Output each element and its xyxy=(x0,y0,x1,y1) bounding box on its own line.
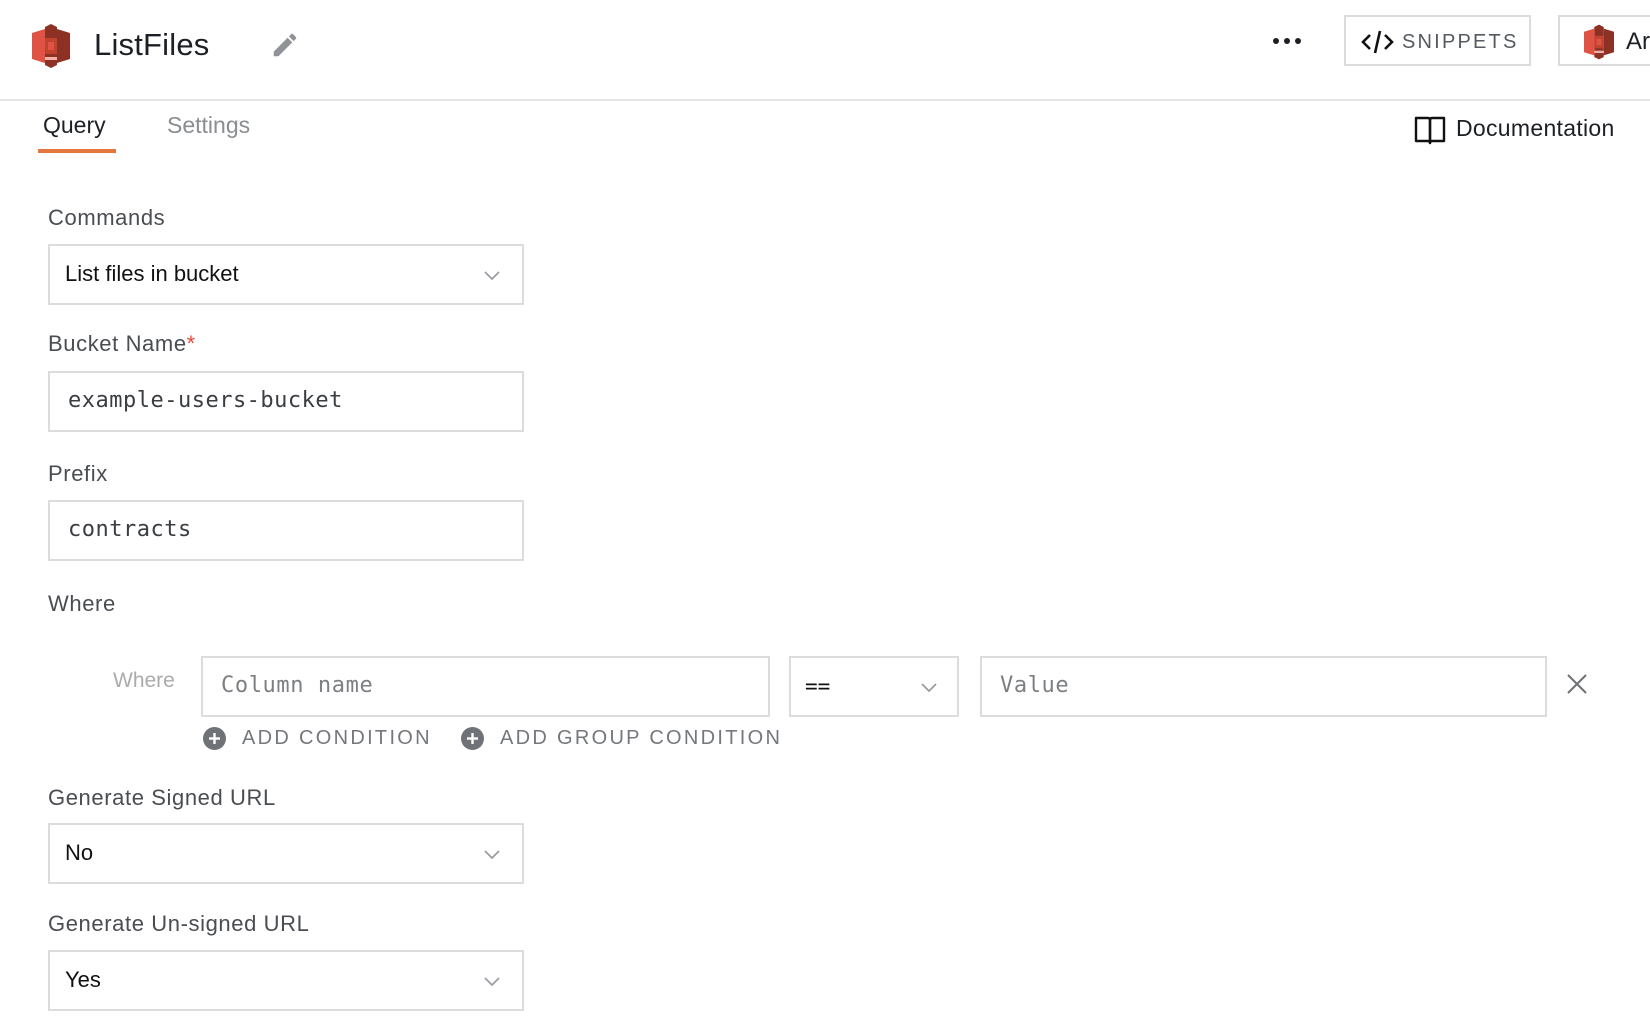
operator-select[interactable]: == xyxy=(789,656,959,717)
prefix-value: contracts xyxy=(68,517,192,542)
commands-label: Commands xyxy=(48,205,166,230)
bucket-name-value: example-users-bucket xyxy=(68,388,343,413)
where-row-label: Where xyxy=(113,669,175,692)
chevron-down-icon xyxy=(484,850,500,860)
query-header: ListFiles SNIPPETS Ar xyxy=(0,0,1650,101)
aws-s3-icon xyxy=(32,24,70,68)
generate-signed-url-select[interactable]: No xyxy=(48,823,524,884)
tab-settings[interactable]: Settings xyxy=(167,112,250,139)
query-title: ListFiles xyxy=(94,27,210,62)
generate-unsigned-url-select[interactable]: Yes xyxy=(48,950,524,1011)
where-label: Where xyxy=(48,591,116,616)
bucket-name-label: Bucket Name* xyxy=(48,331,196,357)
commands-select[interactable]: List files in bucket xyxy=(48,244,524,305)
required-mark: * xyxy=(186,331,196,356)
add-condition-label: ADD CONDITION xyxy=(242,727,432,749)
prefix-input[interactable]: contracts xyxy=(48,500,524,561)
documentation-label: Documentation xyxy=(1456,115,1615,141)
resource-button[interactable]: Ar xyxy=(1558,15,1650,66)
value-placeholder: Value xyxy=(1000,673,1070,698)
prefix-label: Prefix xyxy=(48,461,108,486)
tab-query[interactable]: Query xyxy=(43,112,106,139)
chevron-down-icon xyxy=(484,977,500,987)
plus-circle-icon xyxy=(203,727,226,750)
code-icon xyxy=(1361,30,1394,54)
snippets-button[interactable]: SNIPPETS xyxy=(1344,15,1531,66)
chevron-down-icon xyxy=(921,683,937,693)
bucket-name-input[interactable]: example-users-bucket xyxy=(48,371,524,432)
chevron-down-icon xyxy=(484,271,500,281)
book-icon xyxy=(1414,116,1446,145)
generate-unsigned-url-label: Generate Un-signed URL xyxy=(48,911,310,936)
value-input[interactable]: Value xyxy=(980,656,1547,717)
column-name-input[interactable]: Column name xyxy=(201,656,770,717)
snippets-label: SNIPPETS xyxy=(1402,31,1519,53)
bucket-name-label-text: Bucket Name xyxy=(48,331,187,356)
operator-value: == xyxy=(805,674,831,698)
resource-label: Ar xyxy=(1626,28,1650,55)
more-horizontal-icon[interactable] xyxy=(1270,28,1304,54)
pencil-icon[interactable] xyxy=(270,30,300,60)
commands-value: List files in bucket xyxy=(65,261,239,286)
aws-s3-icon xyxy=(1584,24,1614,60)
plus-circle-icon xyxy=(461,727,484,750)
add-group-condition-label: ADD GROUP CONDITION xyxy=(500,727,783,749)
generate-signed-url-label: Generate Signed URL xyxy=(48,785,276,810)
generate-signed-url-value: No xyxy=(65,840,94,865)
close-icon[interactable] xyxy=(1564,671,1590,697)
generate-unsigned-url-value: Yes xyxy=(65,967,101,992)
active-tab-indicator xyxy=(38,149,116,153)
column-name-placeholder: Column name xyxy=(221,673,374,698)
